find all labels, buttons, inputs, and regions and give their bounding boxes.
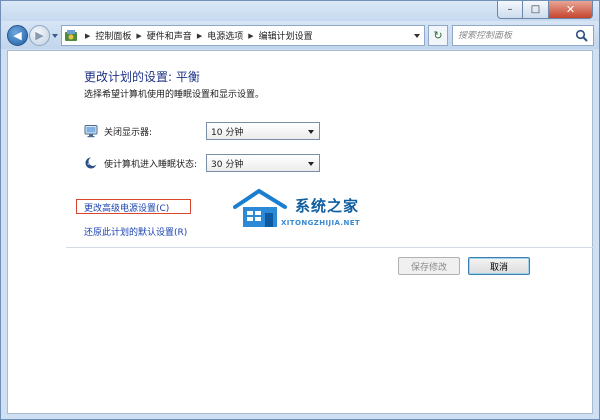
page-description: 选择希望计算机使用的睡眠设置和显示设置。 xyxy=(84,90,265,100)
breadcrumb-edit-plan[interactable]: 编辑计划设置 xyxy=(259,29,313,42)
moon-icon xyxy=(85,157,98,169)
content-pane: 更改计划的设置: 平衡 选择希望计算机使用的睡眠设置和显示设置。 关闭显示器: … xyxy=(7,50,594,414)
chevron-down-icon xyxy=(308,162,314,166)
control-panel-window: – □ ✕ ◀ ▶ ▶ 控制面板 ▶ 硬件和声音 ▶ 电源选项 ▶ 编辑计划设置… xyxy=(0,0,600,420)
display-off-select[interactable]: 10 分钟 xyxy=(206,122,320,140)
search-icon[interactable] xyxy=(575,29,589,43)
caption-buttons: – □ ✕ xyxy=(497,1,593,19)
sleep-row: 使计算机进入睡眠状态: xyxy=(84,153,197,173)
title-bar: – □ ✕ xyxy=(1,1,599,21)
display-off-value: 10 分钟 xyxy=(211,127,244,138)
cancel-button[interactable]: 取消 xyxy=(468,257,530,275)
close-button[interactable]: ✕ xyxy=(549,1,593,19)
section-divider xyxy=(66,247,594,248)
chevron-down-icon xyxy=(414,33,420,38)
breadcrumb-control-panel[interactable]: 控制面板 xyxy=(95,29,131,42)
chevron-down-icon xyxy=(308,130,314,134)
breadcrumb-separator-icon[interactable]: ▶ xyxy=(248,32,253,40)
minimize-button[interactable]: – xyxy=(497,1,523,19)
back-button[interactable]: ◀ xyxy=(7,25,28,46)
breadcrumb-hardware-sound[interactable]: 硬件和声音 xyxy=(147,29,192,42)
sleep-value: 30 分钟 xyxy=(211,159,244,170)
address-history-dropdown[interactable] xyxy=(410,26,424,45)
back-arrow-icon: ◀ xyxy=(13,29,22,42)
control-panel-icon xyxy=(64,29,78,43)
recent-pages-dropdown[interactable] xyxy=(52,34,58,38)
forward-arrow-icon: ▶ xyxy=(35,29,44,42)
address-bar[interactable]: ▶ 控制面板 ▶ 硬件和声音 ▶ 电源选项 ▶ 编辑计划设置 xyxy=(61,25,425,46)
sleep-label: 使计算机进入睡眠状态: xyxy=(104,159,198,170)
sleep-select[interactable]: 30 分钟 xyxy=(206,154,320,172)
watermark-url: XITONGZHIJIA.NET xyxy=(281,219,361,227)
navigation-bar: ◀ ▶ ▶ 控制面板 ▶ 硬件和声音 ▶ 电源选项 ▶ 编辑计划设置 ↻ 搜索控… xyxy=(1,21,599,49)
restore-defaults-link[interactable]: 还原此计划的默认设置(R) xyxy=(84,225,187,238)
breadcrumb-power-options[interactable]: 电源选项 xyxy=(207,29,243,42)
watermark-logo: 系统之家 XITONGZHIJIA.NET xyxy=(229,187,389,243)
page-title: 更改计划的设置: 平衡 xyxy=(84,70,200,84)
search-box[interactable] xyxy=(452,25,594,46)
breadcrumb-separator-icon[interactable]: ▶ xyxy=(197,32,202,40)
search-input[interactable] xyxy=(458,30,573,41)
breadcrumb-separator-icon: ▶ xyxy=(85,31,91,40)
display-off-label: 关闭显示器: xyxy=(104,127,153,138)
refresh-icon: ↻ xyxy=(433,29,443,42)
advanced-power-settings-link[interactable]: 更改高级电源设置(C) xyxy=(84,201,169,214)
display-off-row: 关闭显示器: xyxy=(84,121,152,141)
forward-button[interactable]: ▶ xyxy=(29,25,50,46)
maximize-button[interactable]: □ xyxy=(523,1,549,19)
watermark-name: 系统之家 xyxy=(295,197,360,215)
monitor-icon xyxy=(84,125,98,138)
breadcrumb-separator-icon[interactable]: ▶ xyxy=(136,32,141,40)
refresh-button[interactable]: ↻ xyxy=(428,25,448,46)
save-changes-button[interactable]: 保存修改 xyxy=(398,257,460,275)
